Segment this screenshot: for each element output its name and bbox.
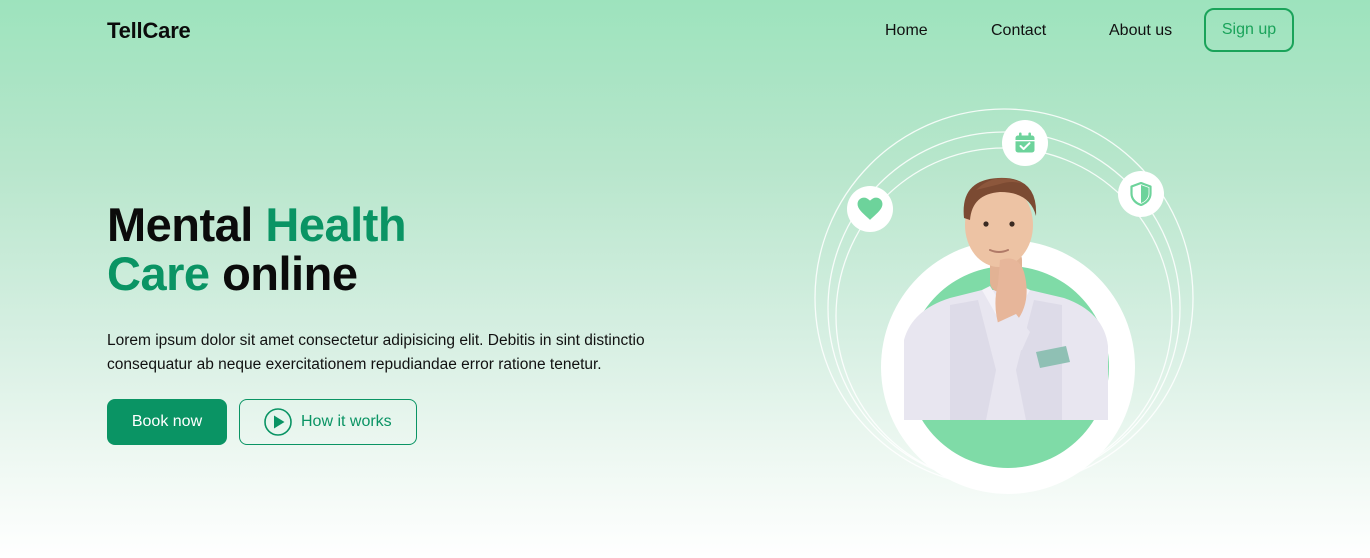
nav-link-about[interactable]: About us	[1109, 22, 1172, 40]
hero-description: Lorem ipsum dolor sit amet consectetur a…	[107, 332, 645, 373]
how-it-works-label: How it works	[301, 413, 392, 430]
book-now-button[interactable]: Book now	[107, 399, 227, 445]
shield-check-icon	[1118, 171, 1164, 217]
navbar: TellCare Home Contact About us Sign up	[0, 0, 1370, 64]
how-it-works-button[interactable]: How it works	[239, 399, 417, 445]
hero-title-part1: Mental	[107, 198, 266, 251]
play-icon	[264, 408, 292, 436]
nav-link-contact[interactable]: Contact	[991, 22, 1046, 40]
hero-title-part2: online	[209, 247, 358, 300]
calendar-check-icon	[1002, 120, 1048, 166]
signup-button[interactable]: Sign up	[1204, 8, 1294, 52]
hero-illustration	[800, 100, 1220, 520]
hero-title-accent1: Health	[265, 198, 407, 251]
heart-icon	[847, 186, 893, 232]
hero-title-accent2: Care	[107, 247, 210, 300]
hero-title: Mental Health Care online	[107, 198, 407, 300]
orbit-rings	[814, 108, 1194, 494]
nav-link-home[interactable]: Home	[885, 22, 928, 40]
logo[interactable]: TellCare	[107, 18, 191, 44]
